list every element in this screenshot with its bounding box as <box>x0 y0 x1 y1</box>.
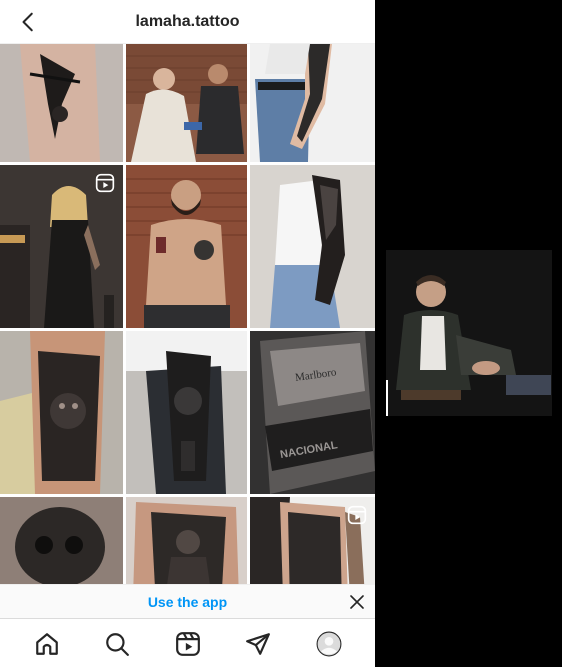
post-thumbnail[interactable] <box>250 44 375 162</box>
post-thumbnail[interactable] <box>126 331 247 494</box>
post-grid: Marlboro NACIONAL <box>0 44 375 584</box>
search-icon[interactable] <box>104 631 130 657</box>
reel-icon <box>95 173 115 193</box>
post-thumbnail[interactable] <box>126 497 247 584</box>
top-bar: lamaha.tattoo <box>0 0 375 44</box>
instagram-profile-app: lamaha.tattoo Marlboro NACIONAL Use the … <box>0 0 375 667</box>
post-thumbnail[interactable] <box>126 165 247 328</box>
close-icon[interactable] <box>350 595 364 609</box>
reels-icon[interactable] <box>175 631 201 657</box>
post-thumbnail[interactable] <box>0 44 123 162</box>
sleeve-tattoo-photo <box>250 44 375 162</box>
bottom-nav <box>0 618 375 667</box>
post-thumbnail[interactable] <box>250 497 375 584</box>
home-icon[interactable] <box>34 631 60 657</box>
reel-icon <box>347 505 367 525</box>
seated-man-photo <box>386 250 552 416</box>
use-the-app-link[interactable]: Use the app <box>148 594 227 610</box>
marlboro-tattoo-photo: Marlboro NACIONAL <box>250 331 375 494</box>
post-thumbnail[interactable] <box>0 497 123 584</box>
figure-tattoo-photo <box>126 497 247 584</box>
post-thumbnail[interactable] <box>126 44 247 162</box>
video-preview[interactable] <box>386 250 552 416</box>
chevron-left-icon[interactable] <box>18 11 40 33</box>
profile-username: lamaha.tattoo <box>135 12 240 30</box>
avatar-icon[interactable] <box>316 631 342 657</box>
post-thumbnail[interactable] <box>250 165 375 328</box>
send-icon[interactable] <box>245 631 271 657</box>
post-thumbnail[interactable] <box>0 165 123 328</box>
post-thumbnail[interactable] <box>0 331 123 494</box>
skull-tattoo-photo <box>0 497 123 584</box>
portrait-tattoo-photo <box>126 331 247 494</box>
lion-tattoo-photo <box>0 331 123 494</box>
use-app-banner: Use the app <box>0 584 375 618</box>
tattoo-session-photo <box>126 44 247 162</box>
tattoo-photo <box>0 44 123 162</box>
post-thumbnail[interactable]: Marlboro NACIONAL <box>250 331 375 494</box>
woman-sleeve-photo <box>250 165 375 328</box>
tattooed-man-photo <box>126 165 247 328</box>
